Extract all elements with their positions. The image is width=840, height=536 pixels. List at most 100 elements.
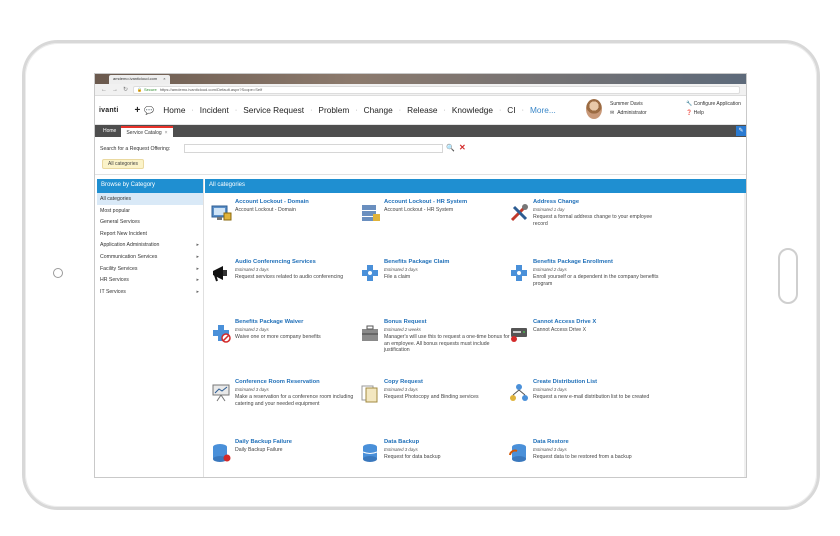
sidebar-item-facility-services[interactable]: Facility Services ▸ xyxy=(97,263,203,275)
sidebar-item-all-categories[interactable]: All categories xyxy=(97,193,203,205)
sidebar-item-most-popular[interactable]: Most popular xyxy=(97,205,203,217)
offering-description: Enroll yourself or a dependent in the co… xyxy=(533,274,659,287)
offering-title[interactable]: Data Backup xyxy=(384,439,419,445)
screen: amdemo.ivanticloud.com × ← → ↻ 🔒 Secure htt… xyxy=(94,73,747,478)
plus-icon[interactable]: + xyxy=(134,105,140,116)
search-icon[interactable]: 🔍 xyxy=(446,144,455,152)
offering-title[interactable]: Address Change xyxy=(533,199,579,205)
user-role[interactable]: Administrator xyxy=(610,109,646,118)
sidebar-item-communication-services[interactable]: Communication Services ▸ xyxy=(97,251,203,263)
network-icon xyxy=(508,383,530,403)
sidebar-item-report-new-incident[interactable]: Report New Incident xyxy=(97,228,203,240)
offering-estimate: Estimated 3 days xyxy=(384,447,418,452)
tab-home[interactable]: Home xyxy=(98,126,121,137)
offering-title[interactable]: Benefits Package Waiver xyxy=(235,319,303,325)
offering-description: Request a formal address change to your … xyxy=(533,214,653,227)
reload-icon[interactable]: ↻ xyxy=(123,86,128,93)
sidebar-item-label: Facility Services xyxy=(100,265,138,272)
ivanti-logo[interactable]: ivanti xyxy=(99,107,118,114)
offering-card[interactable]: Account Lockout - Domain Account Lockout … xyxy=(210,199,358,255)
offering-title[interactable]: Cannot Access Drive X xyxy=(533,319,596,325)
sidebar-item-label: General Services xyxy=(100,219,140,226)
menu-item-more[interactable]: More... xyxy=(530,105,556,115)
monitor-lock-icon xyxy=(210,203,232,223)
sidebar-item-label: Most popular xyxy=(100,207,130,214)
offering-title[interactable]: Account Lockout - Domain xyxy=(235,199,309,205)
offering-title[interactable]: Daily Backup Failure xyxy=(235,439,292,445)
offering-card[interactable]: Audio Conferencing Services Estimated 3 d… xyxy=(210,259,358,315)
offering-title[interactable]: Copy Request xyxy=(384,379,423,385)
forward-icon[interactable]: → xyxy=(112,87,118,93)
offering-card[interactable]: Data Restore Estimated 3 days Request data… xyxy=(508,439,656,477)
menu-item-incident[interactable]: Incident xyxy=(200,105,229,115)
pencil-icon[interactable]: ✎ xyxy=(736,126,746,136)
offering-title[interactable]: Audio Conferencing Services xyxy=(235,259,316,265)
offering-card[interactable]: Account Lockout - HR System Account Locko… xyxy=(359,199,507,255)
offering-card[interactable]: Cannot Access Drive X Cannot Access Drive… xyxy=(508,319,656,375)
menu-item-ci[interactable]: CI xyxy=(507,105,515,115)
offering-estimate: Estimated 3 days xyxy=(235,387,269,392)
menu-item-home[interactable]: Home xyxy=(163,105,185,115)
help-link[interactable]: ❓ Help xyxy=(686,109,741,118)
offering-card[interactable]: Address Change Estimated 1 day Request a f… xyxy=(508,199,656,255)
offering-title[interactable]: Create Distribution List xyxy=(533,379,597,385)
offering-card[interactable]: Benefits Package Claim Estimated 3 days Fi… xyxy=(359,259,507,315)
offering-title[interactable]: Benefits Package Claim xyxy=(384,259,449,265)
camera-dot xyxy=(53,268,63,278)
offering-description: Request services related to audio confer… xyxy=(235,274,344,280)
browser-tab-title: amdemo.ivanticloud.com xyxy=(113,76,158,81)
tools-icon xyxy=(508,203,530,223)
menu-item-knowledge[interactable]: Knowledge xyxy=(452,105,493,115)
offering-title[interactable]: Account Lockout - HR System xyxy=(384,199,467,205)
menu-separator: · xyxy=(498,106,502,114)
stage: amdemo.ivanticloud.com × ← → ↻ 🔒 Secure htt… xyxy=(0,0,840,536)
menu-item-release[interactable]: Release xyxy=(407,105,437,115)
database-icon xyxy=(359,443,381,463)
search-input[interactable] xyxy=(184,144,443,153)
close-icon[interactable]: × xyxy=(163,76,165,81)
sidebar-item-it-services[interactable]: IT Services ▸ xyxy=(97,286,203,298)
configure-link[interactable]: 🔧 Configure Application xyxy=(686,100,741,109)
offering-card[interactable]: Bonus Request Estimated 2 weeks Manager's … xyxy=(359,319,510,375)
offering-card[interactable]: Benefits Package Waiver Estimated 2 days W… xyxy=(210,319,358,375)
search-row: Search for a Request Offering: 🔍 ✕ All c… xyxy=(95,137,746,175)
catalog-body: Browse by Category All categories Most po… xyxy=(95,178,746,477)
offering-estimate: Estimated 3 days xyxy=(533,447,567,452)
home-hardware-button[interactable] xyxy=(778,248,798,304)
offering-card[interactable]: Conference Room Reservation Estimated 3 d… xyxy=(210,379,358,435)
chevron-right-icon: ▸ xyxy=(196,242,199,249)
browser-urlbar: ← → ↻ 🔒 Secure https://amdemo.ivanticloud.… xyxy=(95,84,746,96)
offering-card[interactable]: Daily Backup Failure Daily Backup Failure xyxy=(210,439,358,477)
sidebar-item-application-administration[interactable]: Application Administration ▸ xyxy=(97,239,203,251)
chat-icon[interactable]: 💬 xyxy=(144,106,154,115)
clear-icon[interactable]: ✕ xyxy=(459,143,466,152)
medical-icon xyxy=(508,263,530,283)
offering-card[interactable]: Data Backup Estimated 3 days Request for d… xyxy=(359,439,507,477)
offering-description: Waive one or more company benefits xyxy=(235,334,321,340)
offering-title[interactable]: Conference Room Reservation xyxy=(235,379,320,385)
sidebar-item-label: HR Services xyxy=(100,277,129,284)
sidebar-item-hr-services[interactable]: HR Services ▸ xyxy=(97,274,203,286)
offering-card[interactable]: Create Distribution List Estimated 3 days… xyxy=(508,379,656,435)
offering-title[interactable]: Bonus Request xyxy=(384,319,427,325)
medical-cancel-icon xyxy=(210,323,232,343)
menu-item-change[interactable]: Change xyxy=(364,105,393,115)
sidebar-item-general-services[interactable]: General Services xyxy=(97,216,203,228)
menu-item-service-request[interactable]: Service Request xyxy=(243,105,304,115)
address-bar[interactable]: 🔒 Secure https://amdemo.ivanticloud.com/De… xyxy=(133,85,740,94)
offering-card[interactable]: Benefits Package Enrollment Estimated 2 d… xyxy=(508,259,659,315)
offering-title[interactable]: Data Restore xyxy=(533,439,569,445)
category-chip[interactable]: All categories xyxy=(102,159,145,169)
back-icon[interactable]: ← xyxy=(101,87,107,93)
close-icon[interactable]: × xyxy=(165,130,168,136)
tab-service-catalog[interactable]: Service Catalog × xyxy=(121,126,173,137)
menu-item-problem[interactable]: Problem xyxy=(318,105,349,115)
browser-tab[interactable]: amdemo.ivanticloud.com × xyxy=(109,75,170,84)
configure-label: Configure Application xyxy=(693,101,741,107)
scrollbar[interactable] xyxy=(744,193,746,477)
offering-card[interactable]: Copy Request Estimated 3 days Request Phot… xyxy=(359,379,507,435)
user-block[interactable]: Summer Davis Administrator xyxy=(586,99,647,119)
avatar[interactable] xyxy=(586,99,602,119)
offering-title[interactable]: Benefits Package Enrollment xyxy=(533,259,613,265)
header-links: 🔧 Configure Application ❓ Help xyxy=(686,100,741,118)
